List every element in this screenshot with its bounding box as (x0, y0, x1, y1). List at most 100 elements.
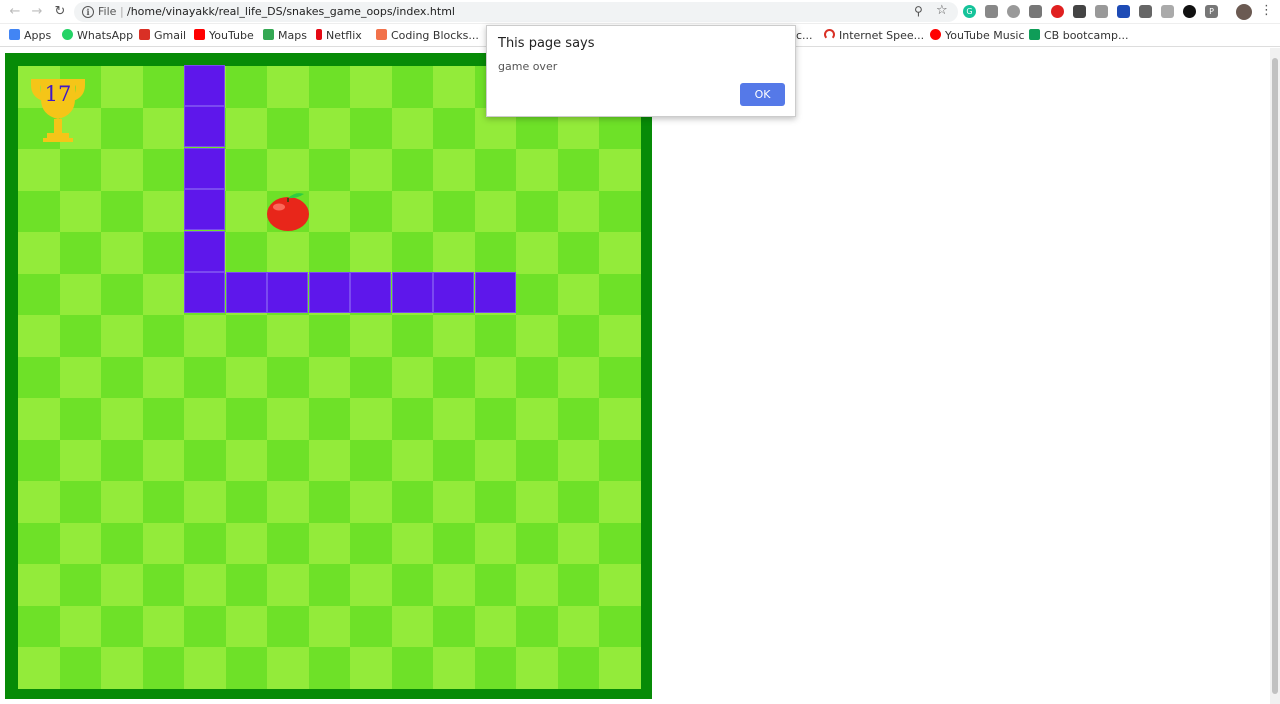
grid-cell (142, 647, 185, 689)
bookmark-label: CB bootcamp... (1044, 29, 1129, 42)
grid-cell (18, 273, 60, 316)
bookmark-label: Maps (278, 29, 307, 42)
grid-cell (101, 647, 143, 689)
bookmark-youtube[interactable]: YouTube (194, 28, 254, 44)
grid-cell (433, 356, 475, 399)
extension-icon[interactable] (1117, 5, 1130, 18)
grid-cell (59, 149, 102, 191)
grid-cell (599, 273, 641, 316)
grid-cell (59, 315, 102, 357)
snake-segment (433, 272, 474, 313)
bookmark-label: YouTube Music (945, 29, 1025, 42)
bookmark-whatsapp[interactable]: WhatsApp (62, 28, 133, 44)
grid-cell (391, 190, 434, 233)
grid-cell (18, 315, 60, 357)
bookmark-cb-bootcamp[interactable]: CB bootcamp... (1029, 28, 1128, 44)
grid-cell (433, 605, 475, 648)
bookmark-gmail[interactable]: Gmail (139, 28, 186, 44)
grid-cell (557, 605, 600, 648)
bookmark-netflix[interactable]: Netflix (316, 28, 362, 44)
grid-cell (516, 315, 558, 357)
grid-cell (142, 232, 185, 274)
grid-cell (225, 149, 268, 191)
snake-segment (184, 147, 225, 189)
extension-icon[interactable] (1007, 5, 1020, 18)
grid-cell (516, 273, 558, 316)
grid-cell (267, 66, 309, 108)
grid-cell (225, 107, 268, 150)
grid-cell (350, 232, 392, 274)
zoom-icon[interactable]: ⚲ (914, 4, 923, 18)
grid-cell (184, 564, 226, 606)
back-icon[interactable]: ← (6, 3, 24, 21)
grid-cell (101, 66, 143, 108)
grid-cell (391, 522, 434, 565)
page-scrollbar[interactable] (1270, 48, 1280, 704)
grid-cell (474, 481, 517, 523)
bookmark-coding-blocks[interactable]: Coding Blocks... (376, 28, 479, 44)
grid-cell (267, 647, 309, 689)
extension-icon[interactable] (985, 5, 998, 18)
game-canvas[interactable] (5, 53, 652, 699)
extension-icon[interactable] (1029, 5, 1042, 18)
grid-cell (267, 232, 309, 274)
ok-button[interactable]: OK (740, 83, 785, 106)
snake-segment (391, 272, 433, 313)
grid-cell (142, 315, 185, 357)
grid-cell (433, 107, 475, 150)
reload-icon[interactable]: ↻ (51, 3, 69, 21)
grid-cell (101, 273, 143, 316)
grid-cell (101, 356, 143, 399)
bookmark-star-icon[interactable]: ☆ (936, 3, 948, 18)
extension-icon[interactable] (1073, 5, 1086, 18)
grid-cell (433, 66, 475, 108)
grid-cell (350, 439, 392, 482)
grid-cell (474, 522, 517, 565)
dialog-message: game over (498, 60, 558, 73)
grid-cell (599, 605, 641, 648)
extension-icon[interactable] (1139, 5, 1152, 18)
grammarly-icon[interactable]: G (963, 5, 976, 18)
grid-cell (350, 107, 392, 150)
grid-cell (225, 232, 268, 274)
menu-icon[interactable]: ⋮ (1260, 3, 1273, 18)
grid-cell (391, 149, 434, 191)
grid-cell (516, 564, 558, 606)
info-icon[interactable]: i (82, 6, 94, 18)
bookmark-maps[interactable]: Maps (263, 28, 307, 44)
grid-cell (391, 107, 434, 150)
bookmark-youtube-music[interactable]: YouTube Music (930, 28, 1025, 44)
grid-cell (391, 398, 434, 440)
extension-icon[interactable]: P (1205, 5, 1218, 18)
bookmark-label: Netflix (326, 29, 362, 42)
grid-cell (267, 522, 309, 565)
grid-cell (474, 356, 517, 399)
bookmark-label: Internet Spee... (839, 29, 925, 42)
url-text[interactable]: /home/vinayakk/real_life_DS/snakes_game_… (127, 5, 455, 18)
snake-segment (225, 272, 267, 313)
bookmark-internet-speed[interactable]: Internet Spee... (824, 28, 924, 44)
grid-cell (433, 439, 475, 482)
bookmark-apps[interactable]: Apps (9, 28, 51, 44)
separator: | (120, 5, 124, 18)
profile-avatar[interactable] (1236, 4, 1252, 20)
grid-cell (474, 232, 517, 274)
extension-icon[interactable] (1183, 5, 1196, 18)
netflix-icon (316, 29, 322, 40)
adblock-icon[interactable] (1051, 5, 1064, 18)
grid-cell (557, 481, 600, 523)
address-bar[interactable]: i File | /home/vinayakk/real_life_DS/sna… (74, 2, 958, 22)
scrollbar-thumb[interactable] (1272, 58, 1278, 694)
grid-cell (350, 564, 392, 606)
extension-icon[interactable] (1095, 5, 1108, 18)
gmail-icon (139, 29, 150, 40)
grid-cell (101, 107, 143, 150)
grid-cell (599, 481, 641, 523)
grid-cell (391, 647, 434, 689)
snake-segment (184, 106, 225, 147)
eye-icon[interactable] (1161, 5, 1174, 18)
grid-cell (474, 647, 517, 689)
forward-icon[interactable]: → (28, 3, 46, 21)
bookmark-truncated[interactable]: c... (796, 28, 813, 44)
grid-cell (267, 564, 309, 606)
